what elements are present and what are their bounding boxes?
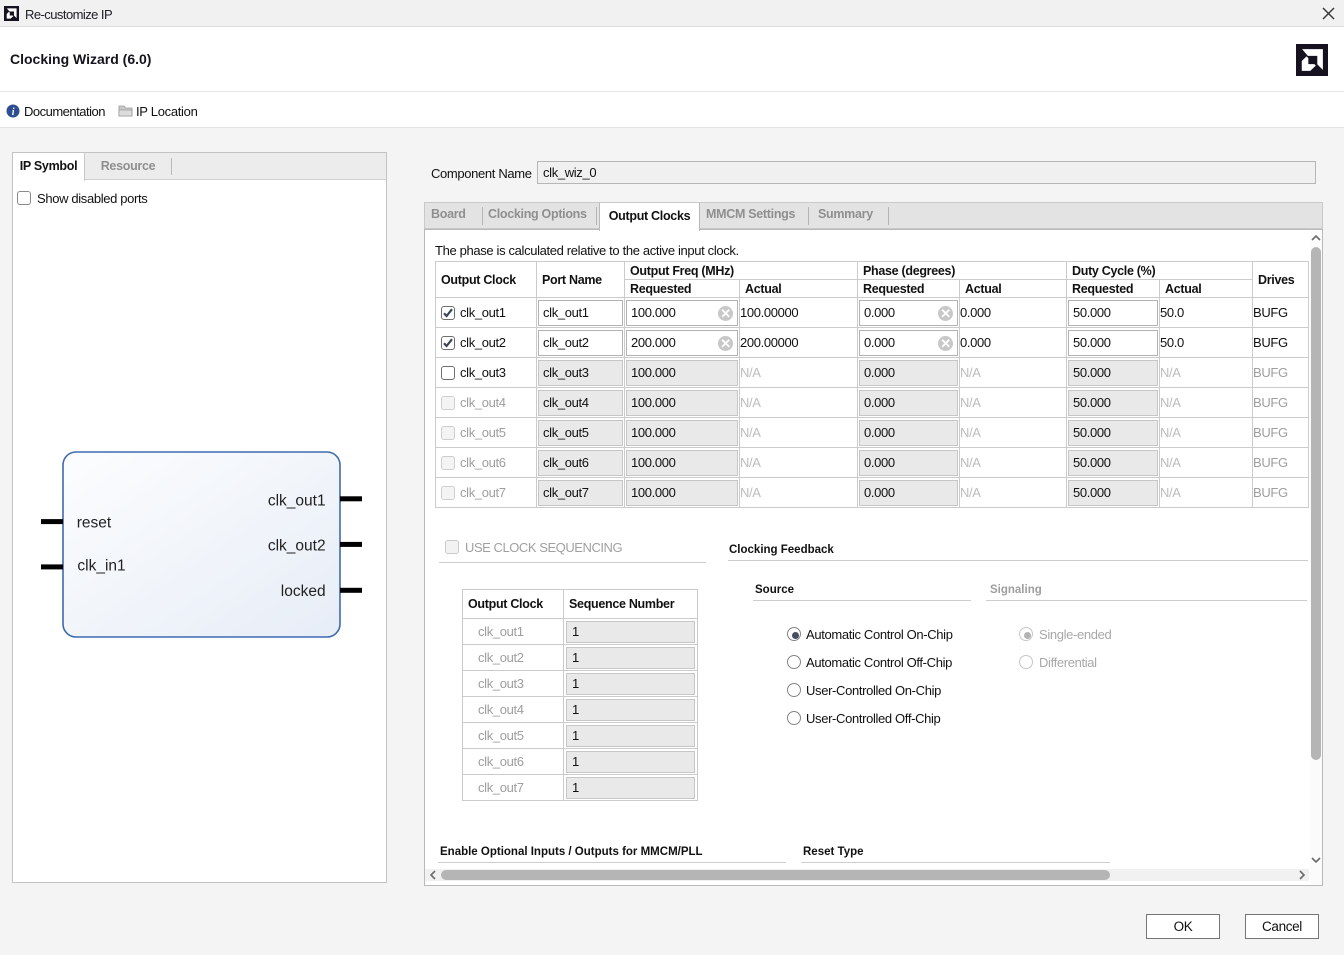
- svg-text:clk_in1: clk_in1: [77, 558, 125, 575]
- svg-text:clk_out2: clk_out2: [268, 537, 326, 554]
- svg-text:locked: locked: [281, 583, 326, 600]
- svg-text:reset: reset: [77, 515, 112, 532]
- svg-text:clk_out1: clk_out1: [268, 493, 326, 510]
